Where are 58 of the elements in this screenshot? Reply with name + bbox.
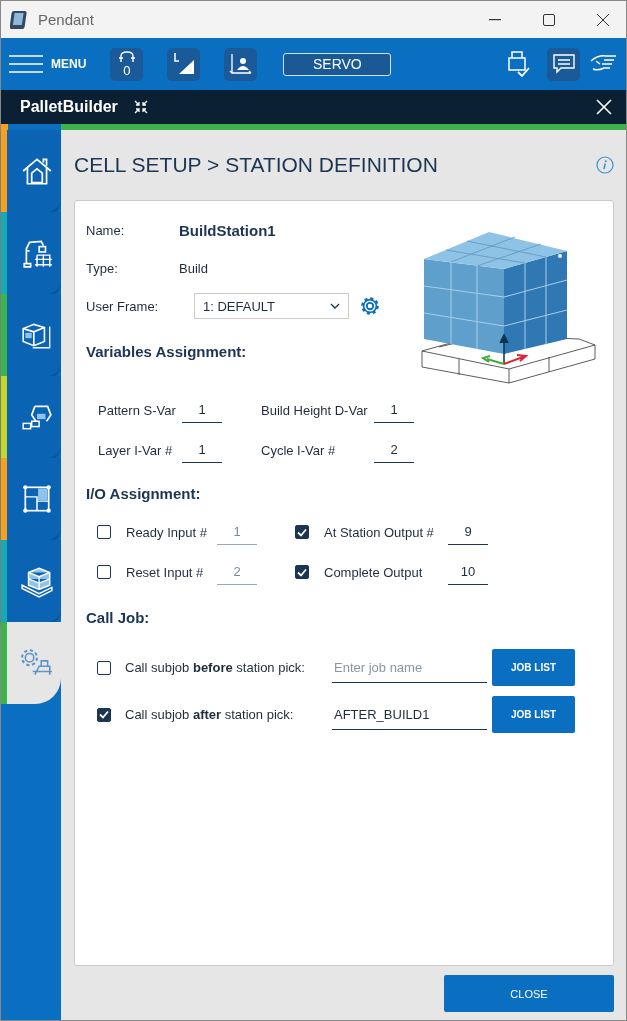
subjob-label: Call subjob before station pick:	[125, 660, 306, 675]
input-field[interactable]: 1	[217, 519, 257, 545]
checkbox[interactable]	[97, 707, 111, 722]
section-heading: Variables Assignment:	[86, 341, 248, 362]
input-field[interactable]: 9	[448, 519, 488, 545]
io-label: Reset Input #	[126, 564, 205, 580]
user-frame-dropdown[interactable]: 1: DEFAULT	[194, 293, 349, 319]
field-label: Name:	[86, 222, 126, 238]
info-icon[interactable]	[596, 156, 614, 174]
io-label: Ready Input #	[126, 524, 208, 540]
input-field[interactable]: 1	[182, 437, 222, 463]
station-type: Build	[179, 260, 208, 276]
close-button[interactable]: CLOSE	[444, 975, 614, 1012]
user-frame-icon[interactable]	[224, 47, 258, 81]
variable-label: Cycle I-Var #	[261, 442, 337, 458]
window-title: Pendant	[38, 11, 95, 28]
input-field[interactable]: 1	[374, 397, 414, 423]
variable-label: Layer I-Var #	[98, 442, 174, 458]
ramp-icon[interactable]	[167, 47, 201, 81]
variable-label: Build Height D-Var	[261, 402, 369, 418]
settings-icon[interactable]	[359, 295, 381, 317]
checkbox[interactable]	[97, 660, 111, 675]
subjob-label: Call subjob after station pick:	[125, 707, 295, 722]
station-name: BuildStation1	[179, 221, 276, 239]
collapse-icon[interactable]	[133, 100, 148, 114]
field-label: User Frame:	[86, 298, 160, 314]
checkbox[interactable]	[97, 565, 111, 579]
input-field[interactable]: 1	[182, 397, 222, 423]
maximize-icon[interactable]	[543, 13, 555, 26]
input-field[interactable]: 10	[448, 559, 488, 585]
app-title: PalletBuilder	[20, 98, 118, 116]
checkbox[interactable]	[295, 565, 309, 579]
servo-button[interactable]: SERVO	[283, 52, 392, 76]
job-list-button[interactable]: JOB LIST	[492, 649, 575, 686]
io-label: Complete Output	[324, 564, 424, 580]
app-icon	[10, 9, 30, 30]
chat-icon[interactable]	[547, 47, 580, 81]
input-field[interactable]: 2	[374, 437, 414, 463]
sidebar-tab[interactable]	[1, 622, 61, 704]
close-icon[interactable]	[597, 13, 609, 26]
sidebar-tab[interactable]	[1, 540, 61, 622]
chevron-icon	[330, 303, 340, 309]
gripper-counter-button[interactable]: 0	[110, 47, 144, 81]
menu-button[interactable]: MENU	[9, 54, 87, 74]
page-title: CELL SETUP > STATION DEFINITION	[74, 153, 438, 177]
input-field[interactable]: 2	[217, 559, 257, 585]
io-label: At Station Output #	[324, 524, 435, 540]
job-list-button[interactable]: JOB LIST	[492, 696, 575, 733]
sidebar-tab[interactable]	[1, 130, 61, 212]
minimize-icon[interactable]	[489, 18, 501, 21]
variable-label: Pattern S-Var	[98, 402, 177, 418]
checkbox[interactable]	[97, 525, 111, 539]
layout-icon	[20, 482, 54, 516]
section-heading: Call Job:	[86, 607, 151, 628]
section-heading: I/O Assignment:	[86, 483, 202, 504]
gripper-icon	[117, 50, 136, 63]
field-label: Type:	[86, 260, 119, 276]
checkbox[interactable]	[295, 525, 309, 539]
